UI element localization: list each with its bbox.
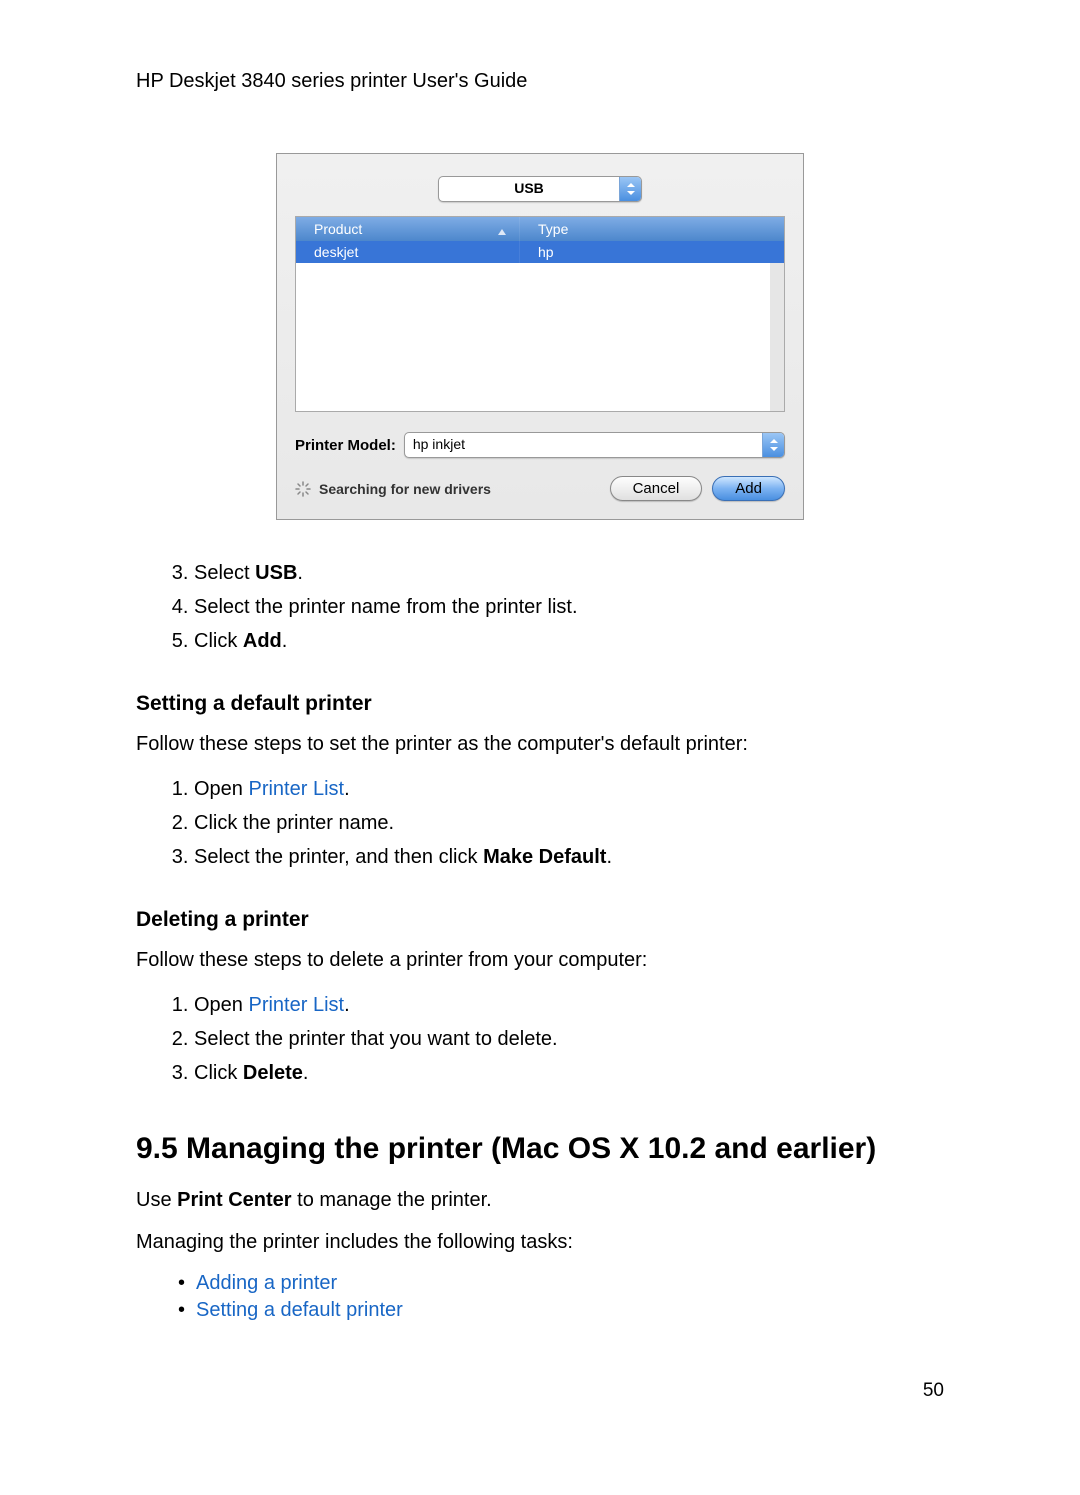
list-item: Select the printer name from the printer… — [194, 590, 944, 624]
paragraph: Use Print Center to manage the printer. — [136, 1186, 944, 1214]
text: . — [282, 630, 288, 652]
text: . — [344, 778, 350, 800]
printer-model-dropdown[interactable]: hp inkjet — [404, 432, 785, 458]
text-bold: Make Default — [483, 846, 606, 868]
paragraph: Follow these steps to set the printer as… — [136, 730, 944, 758]
text-bold: Delete — [243, 1062, 303, 1084]
list-item: Open Printer List. — [194, 772, 944, 806]
text: Select the printer, and then click — [194, 846, 483, 868]
add-printer-dialog: USB Product Type deskjet — [276, 153, 804, 520]
heading-deleting-printer: Deleting a printer — [136, 908, 944, 932]
link-adding-printer[interactable]: Adding a printer — [196, 1272, 337, 1294]
text: Click — [194, 630, 243, 652]
dropdown-arrows-icon — [619, 177, 641, 201]
connection-type-value: USB — [439, 177, 619, 201]
page-number: 50 — [136, 1380, 944, 1402]
sort-ascending-icon — [497, 223, 507, 239]
table-header: Product Type — [296, 217, 784, 241]
list-item: Open Printer List. — [194, 988, 944, 1022]
connection-type-dropdown[interactable]: USB — [438, 176, 642, 202]
printer-list-table: Product Type deskjet hp — [295, 216, 785, 412]
printer-model-label: Printer Model: — [295, 437, 396, 454]
cell-type: hp — [520, 241, 784, 263]
cell-product: deskjet — [296, 241, 520, 263]
cancel-button[interactable]: Cancel — [610, 476, 703, 501]
steps-continued: Select USB. Select the printer name from… — [136, 556, 944, 658]
text: to manage the printer. — [292, 1189, 492, 1211]
text: Select — [194, 562, 255, 584]
spinner-icon — [295, 481, 311, 497]
steps-default: Open Printer List. Click the printer nam… — [136, 772, 944, 874]
link-setting-default[interactable]: Setting a default printer — [196, 1299, 403, 1321]
list-item: Select the printer, and then click Make … — [194, 840, 944, 874]
text-bold: Print Center — [177, 1189, 291, 1211]
list-item: Setting a default printer — [196, 1297, 944, 1324]
paragraph: Managing the printer includes the follow… — [136, 1228, 944, 1256]
printer-model-value: hp inkjet — [405, 433, 762, 457]
heading-default-printer: Setting a default printer — [136, 692, 944, 716]
paragraph: Follow these steps to delete a printer f… — [136, 946, 944, 974]
heading-9-5: 9.5 Managing the printer (Mac OS X 10.2 … — [136, 1132, 944, 1166]
link-printer-list[interactable]: Printer List — [248, 994, 344, 1016]
status-text: Searching for new drivers — [319, 481, 491, 497]
text: Open — [194, 778, 248, 800]
text: . — [606, 846, 612, 868]
add-button[interactable]: Add — [712, 476, 785, 501]
list-item: Click the printer name. — [194, 806, 944, 840]
column-type[interactable]: Type — [520, 217, 784, 241]
column-type-label: Type — [538, 221, 568, 237]
text: Open — [194, 994, 248, 1016]
table-row[interactable]: deskjet hp — [296, 241, 784, 263]
column-product-label: Product — [314, 221, 362, 237]
column-product[interactable]: Product — [296, 217, 520, 241]
text-bold: USB — [255, 562, 297, 584]
list-item: Click Add. — [194, 624, 944, 658]
list-item: Select the printer that you want to dele… — [194, 1022, 944, 1056]
link-printer-list[interactable]: Printer List — [248, 778, 344, 800]
list-item: Click Delete. — [194, 1056, 944, 1090]
list-item: Adding a printer — [196, 1270, 944, 1297]
text-bold: Add — [243, 630, 282, 652]
task-bullet-list: Adding a printer Setting a default print… — [136, 1270, 944, 1324]
text: . — [303, 1062, 309, 1084]
table-empty-area — [296, 263, 784, 411]
text: Click — [194, 1062, 243, 1084]
dropdown-arrows-icon — [762, 433, 784, 457]
text: . — [344, 994, 350, 1016]
status-searching: Searching for new drivers — [295, 481, 491, 497]
text: . — [297, 562, 303, 584]
list-item: Select USB. — [194, 556, 944, 590]
text: Use — [136, 1189, 177, 1211]
steps-delete: Open Printer List. Select the printer th… — [136, 988, 944, 1090]
document-header: HP Deskjet 3840 series printer User's Gu… — [136, 70, 944, 93]
